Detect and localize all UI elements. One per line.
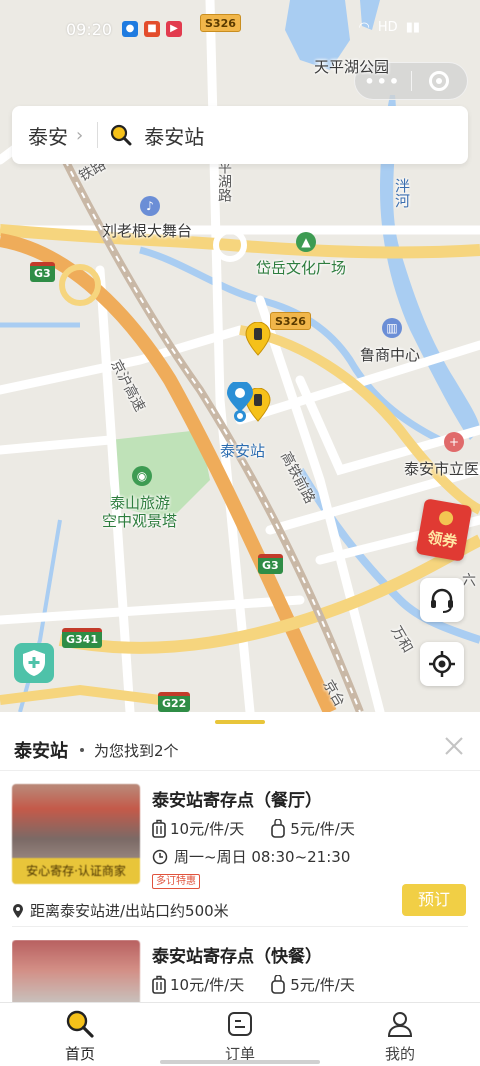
road-shield-g341: G341 — [62, 628, 102, 648]
hospital-icon: + — [444, 432, 464, 452]
map-label-pinghu-road: 平湖路 — [216, 160, 232, 202]
customer-service-button[interactable] — [420, 578, 464, 622]
storage-marker-1[interactable] — [245, 322, 271, 356]
wifi-icon: ◠ — [358, 20, 370, 35]
crosshair-icon — [429, 651, 455, 677]
close-icon[interactable] — [444, 736, 464, 756]
road-shield-s326-mid: S326 — [270, 312, 311, 330]
play-icon: ▶ — [166, 21, 182, 37]
chevron-right-icon: › — [76, 124, 84, 146]
map-label-tianping-park: 天平湖公园 — [314, 58, 390, 76]
tab-profile-label: 我的 — [384, 1045, 415, 1063]
price-bag: 5元/件/天 — [270, 818, 355, 839]
backpack-icon — [271, 974, 286, 994]
signal-icon: ▮▮ — [405, 20, 420, 35]
network-label: HD — [377, 20, 398, 35]
sheet-header: 泰安站 为您找到2个 — [0, 730, 480, 770]
suitcase-icon — [152, 975, 166, 994]
search-icon — [111, 124, 132, 146]
map-label-lushang: 鲁商中心 — [360, 346, 421, 364]
coupon-label: 领券 — [425, 528, 459, 552]
result-card[interactable]: 泰安站寄存点（快餐） 10元/件/天 5元/件/天 — [12, 940, 468, 1002]
shop-photo — [12, 940, 140, 1002]
coin-icon — [437, 510, 455, 527]
distance-text: 距离泰安站进/出站口约500米 — [30, 902, 229, 920]
results-count: 为您找到2个 — [94, 741, 179, 760]
search-divider — [97, 122, 99, 148]
results-sheet: 泰安站 为您找到2个 安心寄存·认证商家 泰安站寄存点（餐厅） 10元/件/天 — [0, 712, 480, 1002]
close-miniprogram-button[interactable] — [411, 71, 467, 91]
building-icon: ▥ — [382, 318, 402, 338]
tab-orders[interactable]: 订单 — [160, 1003, 320, 1066]
map-label-pan-river: 泮河 — [393, 178, 411, 208]
map-label-liulaogen: 刘老根大舞台 — [102, 222, 193, 240]
safety-shield-button[interactable] — [14, 643, 54, 683]
tab-profile[interactable]: 我的 — [320, 1003, 480, 1066]
price-luggage-text: 10元/件/天 — [170, 820, 245, 838]
road-shield-g22: G22 — [158, 692, 191, 712]
result-name[interactable]: 泰安站寄存点（餐厅） — [152, 786, 322, 811]
orders-icon — [228, 1012, 252, 1036]
headset-icon — [431, 588, 453, 613]
search-bar[interactable]: 泰安 › 泰安站 — [12, 106, 468, 164]
opening-hours: 周一~周日 08:30~21:30 — [152, 846, 350, 867]
status-time: 09:20 — [66, 20, 113, 39]
status-right-icons: ◠ HD ▮▮ — [359, 20, 420, 35]
station-location-marker[interactable] — [226, 382, 254, 422]
sheet-drag-handle[interactable] — [215, 720, 265, 724]
road-shield-g3-left: G3 — [30, 262, 55, 282]
city-selector[interactable]: 泰安 — [12, 121, 68, 150]
suitcase-icon — [152, 819, 166, 838]
clock-icon — [152, 849, 168, 864]
sheet-station-title: 泰安站 — [14, 741, 68, 762]
bottom-tab-bar: 首页 订单 我的 — [0, 1002, 480, 1066]
shield-plus-icon — [23, 650, 45, 676]
promo-tag: 多订特惠 — [152, 874, 200, 889]
user-icon — [387, 1012, 413, 1037]
road-shield-s326-top: S326 — [200, 14, 241, 32]
result-card[interactable]: 安心寄存·认证商家 泰安站寄存点（餐厅） 10元/件/天 5元/件/天 周一~周… — [12, 784, 468, 924]
sheet-divider — [0, 770, 480, 771]
scenic-icon: ◉ — [132, 466, 152, 486]
price-row: 10元/件/天 5元/件/天 — [152, 974, 355, 995]
music-icon: ♪ — [140, 196, 160, 216]
opening-hours-text: 周一~周日 08:30~21:30 — [174, 848, 351, 866]
paw-icon: ● — [122, 21, 138, 37]
price-luggage: 10元/件/天 — [152, 974, 244, 995]
price-luggage: 10元/件/天 — [152, 818, 244, 839]
road-shield-g3-mid: G3 — [258, 554, 283, 574]
card-separator — [12, 926, 468, 927]
map-label-taishan-line2: 空中观景塔 — [102, 512, 178, 530]
price-row: 10元/件/天 5元/件/天 — [152, 818, 355, 839]
tree-icon: ▲ — [296, 232, 316, 252]
map-label-taian-hospital: 泰安市立医 — [404, 460, 480, 478]
backpack-icon — [271, 818, 286, 838]
bullet-dot — [80, 748, 84, 752]
price-bag: 5元/件/天 — [270, 974, 355, 995]
result-name[interactable]: 泰安站寄存点（快餐） — [152, 942, 322, 967]
certified-badge: 安心寄存·认证商家 — [12, 858, 140, 884]
close-ring-icon — [429, 71, 450, 91]
search-home-icon — [66, 1010, 94, 1038]
status-app-icons: ● ■ ▶ — [122, 21, 182, 37]
price-bag-text: 5元/件/天 — [290, 820, 355, 838]
search-input[interactable]: 泰安站 — [144, 121, 204, 150]
app-icon: ■ — [144, 21, 160, 37]
map-label-daiyue-square: 岱岳文化广场 — [256, 259, 347, 277]
location-pin-icon — [13, 903, 23, 918]
locate-me-button[interactable] — [420, 642, 464, 686]
price-bag-text: 5元/件/天 — [290, 976, 355, 994]
tab-home-label: 首页 — [64, 1045, 95, 1063]
map-label-liu: 六 — [462, 573, 476, 589]
shop-photo: 安心寄存·认证商家 — [12, 784, 140, 884]
coupon-red-packet-button[interactable]: 领券 — [415, 498, 473, 562]
distance-info: 距离泰安站进/出站口约500米 — [12, 900, 229, 921]
map-label-taian-station: 泰安站 — [220, 442, 266, 460]
map-view[interactable]: 09:20 ● ■ ▶ ◠ HD ▮▮ ••• 天平湖公园 泮河 平湖路 铁路 … — [0, 0, 480, 712]
home-indicator — [160, 1060, 320, 1064]
book-button[interactable]: 预订 — [402, 884, 466, 916]
price-luggage-text: 10元/件/天 — [170, 976, 245, 994]
tab-home[interactable]: 首页 — [0, 1003, 160, 1066]
